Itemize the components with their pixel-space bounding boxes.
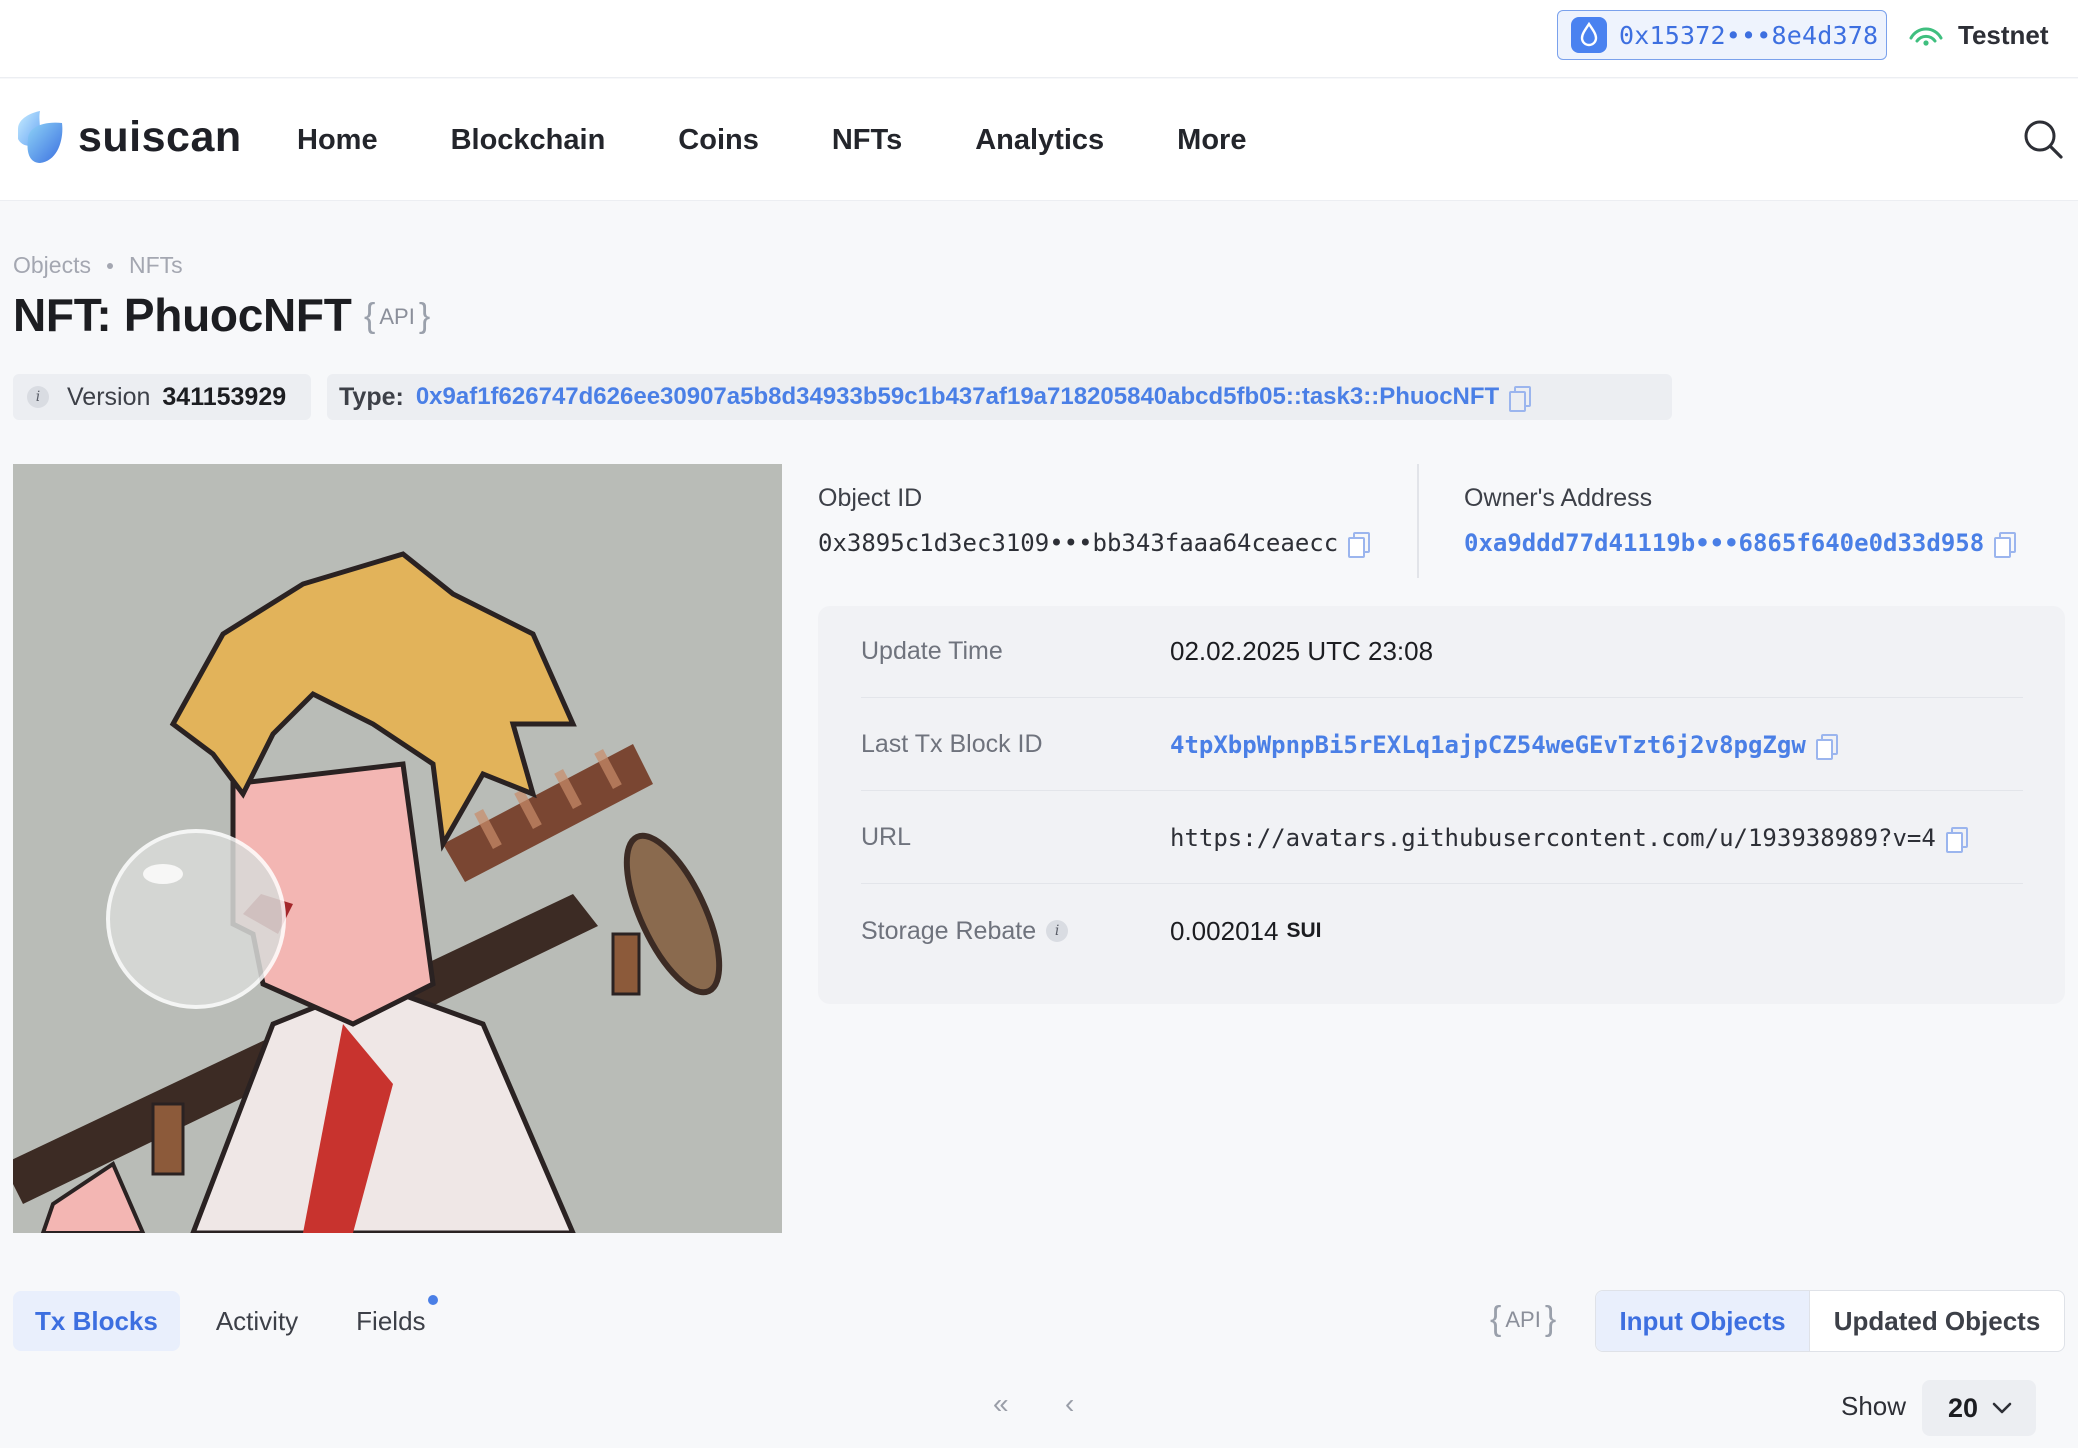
api-brace-close: } bbox=[1544, 1300, 1557, 1338]
divider bbox=[1417, 464, 1419, 578]
version-value: 341153929 bbox=[162, 382, 287, 411]
detail-row-storage-rebate: Storage Rebate i 0.002014 SUI bbox=[861, 885, 2023, 977]
detail-row-last-tx: Last Tx Block ID 4tpXbpWpnpBi5rEXLq1ajpC… bbox=[861, 699, 2023, 791]
copy-icon[interactable] bbox=[1509, 386, 1532, 412]
sui-drop-icon bbox=[1571, 17, 1607, 53]
detail-row-update-time: Update Time 02.02.2025 UTC 23:08 bbox=[861, 606, 2023, 698]
object-id-text: 0x3895c1d3ec3109•••bb343faaa64ceaecc bbox=[818, 529, 1339, 557]
network-label: Testnet bbox=[1958, 19, 2049, 50]
nav-blockchain[interactable]: Blockchain bbox=[451, 124, 606, 157]
url-text: https://avatars.githubusercontent.com/u/… bbox=[1170, 823, 1936, 852]
update-time-label: Update Time bbox=[861, 637, 1003, 665]
owner-block: Owner's Address 0xa9ddd77d41119b•••6865f… bbox=[1464, 484, 2017, 558]
nav-menu: Home Blockchain Coins NFTs Analytics Mor… bbox=[297, 79, 1319, 201]
new-indicator-dot bbox=[427, 1295, 438, 1305]
detail-row-url: URL https://avatars.githubusercontent.co… bbox=[861, 792, 2023, 884]
breadcrumb-objects[interactable]: Objects bbox=[13, 252, 91, 279]
show-label: Show bbox=[1841, 1391, 1907, 1421]
object-id-block: Object ID 0x3895c1d3ec3109•••bb343faaa64… bbox=[818, 484, 1371, 558]
tab-fields-label: Fields bbox=[356, 1305, 426, 1336]
api-label: API bbox=[1505, 1306, 1541, 1332]
suiscan-logo-icon bbox=[18, 111, 63, 163]
api-link-tx[interactable]: { API } bbox=[1490, 1300, 1556, 1339]
first-page-button[interactable]: « bbox=[993, 1388, 1009, 1420]
version-chip: i Version 341153929 bbox=[13, 374, 311, 420]
nav-nfts[interactable]: NFTs bbox=[832, 124, 902, 157]
storage-rebate-unit: SUI bbox=[1286, 919, 1322, 942]
network-selector[interactable]: Testnet bbox=[1908, 14, 2049, 56]
page-title: NFT: PhuocNFT bbox=[13, 289, 352, 341]
breadcrumb-separator bbox=[106, 262, 113, 269]
breadcrumb-nfts[interactable]: NFTs bbox=[129, 252, 183, 279]
storage-rebate-label: Storage Rebate bbox=[861, 916, 1037, 945]
owner-address-link[interactable]: 0xa9ddd77d41119b•••6865f640e0d33d958 bbox=[1464, 529, 1984, 557]
copy-icon[interactable] bbox=[1994, 532, 2017, 558]
object-tabs: Tx Blocks Activity Fields bbox=[13, 1291, 462, 1351]
nav-more[interactable]: More bbox=[1177, 124, 1246, 157]
info-icon[interactable]: i bbox=[27, 386, 49, 408]
object-id-label: Object ID bbox=[818, 484, 923, 512]
owner-label: Owner's Address bbox=[1464, 484, 1653, 512]
url-value: https://avatars.githubusercontent.com/u/… bbox=[1170, 823, 1968, 853]
prev-page-button[interactable]: ‹ bbox=[1065, 1388, 1074, 1420]
top-strip: 0x15372•••8e4d378 Testnet bbox=[0, 0, 2078, 78]
wallet-address: 0x15372•••8e4d378 bbox=[1619, 20, 1879, 50]
nav-analytics[interactable]: Analytics bbox=[975, 124, 1104, 157]
toggle-input-objects[interactable]: Input Objects bbox=[1596, 1291, 1810, 1351]
last-tx-link[interactable]: 4tpXbpWpnpBi5rEXLq1ajpCZ54weGEvTzt6j2v8p… bbox=[1170, 731, 1806, 759]
search-icon[interactable] bbox=[2022, 118, 2064, 160]
tab-activity[interactable]: Activity bbox=[194, 1291, 320, 1351]
type-chip: Type: 0x9af1f626747d626ee30907a5b8d34933… bbox=[327, 374, 1672, 420]
wallet-button[interactable]: 0x15372•••8e4d378 bbox=[1557, 10, 1887, 60]
main-nav: suiscan Home Blockchain Coins NFTs Analy… bbox=[0, 79, 2078, 201]
last-tx-label: Last Tx Block ID bbox=[861, 730, 1043, 758]
nft-image bbox=[13, 464, 782, 1233]
version-label: Version bbox=[67, 382, 151, 411]
suiscan-logo[interactable]: suiscan bbox=[14, 109, 242, 165]
details-card: Update Time 02.02.2025 UTC 23:08 Last Tx… bbox=[818, 606, 2065, 1004]
storage-rebate-amount: 0.002014 bbox=[1170, 915, 1279, 946]
toggle-updated-objects[interactable]: Updated Objects bbox=[1810, 1291, 2064, 1351]
nav-coins[interactable]: Coins bbox=[678, 124, 759, 157]
api-brace-open: { bbox=[364, 297, 376, 335]
type-label: Type: bbox=[339, 382, 404, 411]
api-brace-close: } bbox=[418, 297, 431, 335]
copy-icon[interactable] bbox=[1348, 532, 1371, 558]
owner-value: 0xa9ddd77d41119b•••6865f640e0d33d958 bbox=[1464, 529, 2017, 558]
last-tx-value: 4tpXbpWpnpBi5rEXLq1ajpCZ54weGEvTzt6j2v8p… bbox=[1170, 731, 1838, 760]
breadcrumb: Objects NFTs bbox=[13, 252, 183, 279]
storage-rebate-value: 0.002014 SUI bbox=[1170, 916, 1321, 947]
api-link[interactable]: { API } bbox=[364, 297, 430, 336]
copy-icon[interactable] bbox=[1945, 826, 1968, 853]
update-time-value: 02.02.2025 UTC 23:08 bbox=[1170, 636, 1434, 666]
page-size-value: 20 bbox=[1948, 1392, 1979, 1423]
type-value-link[interactable]: 0x9af1f626747d626ee30907a5b8d34933b59c1b… bbox=[416, 383, 1499, 411]
api-label: API bbox=[379, 303, 415, 329]
chevron-down-icon bbox=[1992, 1402, 2012, 1414]
info-icon[interactable]: i bbox=[1046, 920, 1069, 942]
url-label: URL bbox=[861, 823, 912, 851]
copy-icon[interactable] bbox=[1815, 733, 1838, 760]
tab-fields[interactable]: Fields bbox=[334, 1291, 447, 1351]
brand-name: suiscan bbox=[78, 112, 242, 161]
tab-tx-blocks[interactable]: Tx Blocks bbox=[13, 1291, 180, 1351]
object-id-value: 0x3895c1d3ec3109•••bb343faaa64ceaecc bbox=[818, 529, 1371, 558]
storage-rebate-key: Storage Rebate i bbox=[861, 917, 1170, 946]
page-size-select[interactable]: 20 bbox=[1922, 1380, 2036, 1436]
objects-toggle: Input Objects Updated Objects bbox=[1595, 1290, 2065, 1352]
api-brace-open: { bbox=[1490, 1300, 1502, 1338]
network-signal-icon bbox=[1909, 27, 1943, 46]
nav-home[interactable]: Home bbox=[297, 124, 378, 157]
